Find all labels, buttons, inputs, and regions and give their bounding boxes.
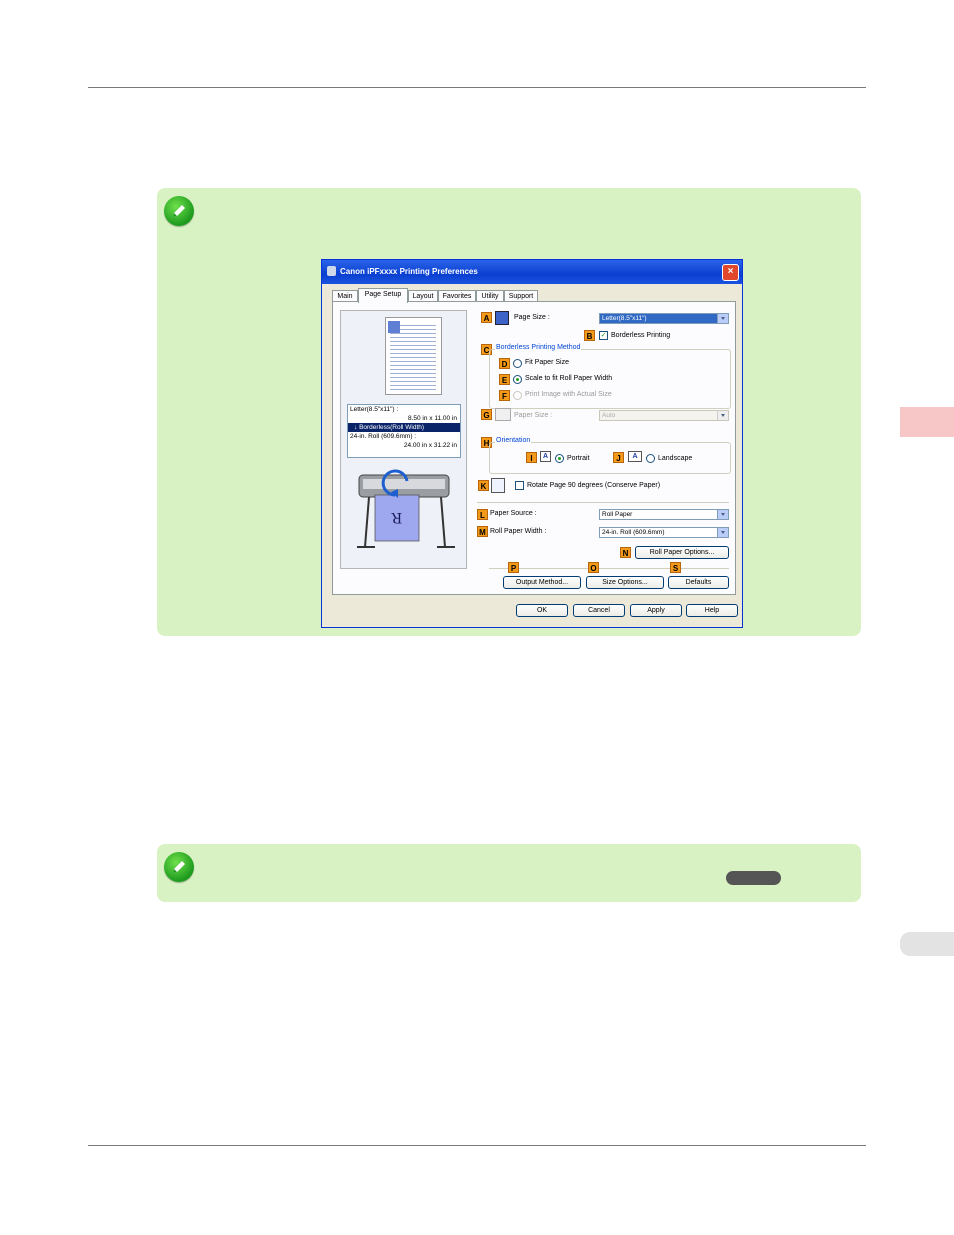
close-button[interactable]: × <box>722 264 739 281</box>
help-button[interactable]: Help <box>686 604 738 617</box>
marker-n: N <box>620 547 631 558</box>
borderless-label: Borderless Printing <box>611 332 671 339</box>
marker-s: S <box>670 562 681 573</box>
printing-preferences-dialog: Canon iPFxxxx Printing Preferences × Mai… <box>321 259 743 628</box>
paper-size-label: Paper Size : <box>514 412 553 419</box>
marker-m: M <box>477 526 488 537</box>
output-method-button[interactable]: Output Method... <box>503 576 581 589</box>
marker-e: E <box>499 374 510 385</box>
page-size-label: Page Size : <box>514 314 550 321</box>
rotate-page-icon <box>491 478 505 493</box>
portrait-label: Portrait <box>567 455 590 462</box>
size-line-5: 24.00 in x 31.22 in <box>403 442 457 449</box>
paper-size-icon <box>495 408 511 421</box>
borderless-method-label: Borderless Printing Method <box>495 344 582 351</box>
portrait-radio[interactable] <box>555 454 564 463</box>
roll-width-label: Roll Paper Width : <box>490 528 547 535</box>
separator-2 <box>489 568 729 569</box>
page-size-select[interactable]: Letter(8.5"x11") <box>599 313 729 324</box>
marker-l: L <box>477 509 488 520</box>
size-info-box: Letter(8.5"x11") : 8.50 in x 11.00 in ↓ … <box>347 404 461 458</box>
svg-text:R: R <box>391 509 402 525</box>
size-line-4: 24-in. Roll (609.6mm) : <box>350 433 417 440</box>
reference-link-button[interactable] <box>726 871 781 885</box>
chapter-tab <box>900 407 954 437</box>
cancel-button[interactable]: Cancel <box>573 604 625 617</box>
marker-o: O <box>588 562 599 573</box>
size-line-3: Borderless(Roll Width) <box>359 424 425 431</box>
actual-size-radio[interactable] <box>513 391 522 400</box>
rotate-page-label: Rotate Page 90 degrees (Conserve Paper) <box>527 482 661 489</box>
size-line-2: 8.50 in x 11.00 in <box>407 415 457 422</box>
portrait-icon: A <box>540 451 551 462</box>
arrow-down-icon: ↓ <box>354 424 358 431</box>
marker-d: D <box>499 358 510 369</box>
ok-button[interactable]: OK <box>516 604 568 617</box>
rotate-page-checkbox[interactable] <box>515 481 524 490</box>
landscape-label: Landscape <box>658 455 693 462</box>
index-tab <box>900 932 954 956</box>
size-options-button[interactable]: Size Options... <box>586 576 664 589</box>
page-size-icon <box>495 311 509 325</box>
roll-width-select[interactable]: 24-in. Roll (609.6mm) <box>599 527 729 538</box>
paper-preview <box>385 317 442 395</box>
tab-page-setup[interactable]: Page Setup <box>358 288 408 303</box>
borderless-checkbox[interactable]: ✓ <box>599 331 608 340</box>
paper-source-label: Paper Source : <box>490 510 537 517</box>
page-setup-panel: Letter(8.5"x11") : 8.50 in x 11.00 in ↓ … <box>332 301 736 595</box>
top-rule <box>88 87 866 88</box>
paper-source-select[interactable]: Roll Paper <box>599 509 729 520</box>
scale-to-fit-radio[interactable] <box>513 375 522 384</box>
image-thumbnail-icon <box>388 321 400 333</box>
printer-illustration: R <box>357 469 455 548</box>
marker-f: F <box>499 390 510 401</box>
size-line-1: Letter(8.5"x11") : <box>350 406 399 413</box>
landscape-radio[interactable] <box>646 454 655 463</box>
actual-size-label: Print Image with Actual Size <box>525 391 612 398</box>
scale-to-fit-label: Scale to fit Roll Paper Width <box>525 375 613 382</box>
roll-paper-options-button[interactable]: Roll Paper Options... <box>635 546 729 559</box>
apply-button[interactable]: Apply <box>630 604 682 617</box>
marker-a: A <box>481 312 492 323</box>
note-box-2 <box>157 844 861 902</box>
marker-k: K <box>478 480 489 491</box>
fit-paper-size-radio[interactable] <box>513 359 522 368</box>
marker-i: I <box>526 452 537 463</box>
bottom-rule <box>88 1145 866 1146</box>
dialog-title: Canon iPFxxxx Printing Preferences <box>340 267 478 276</box>
marker-p: P <box>508 562 519 573</box>
printer-icon <box>327 266 336 276</box>
note-pencil-icon <box>164 196 194 226</box>
preview-pane: Letter(8.5"x11") : 8.50 in x 11.00 in ↓ … <box>340 310 467 569</box>
defaults-button[interactable]: Defaults <box>668 576 729 589</box>
fit-paper-size-label: Fit Paper Size <box>525 359 569 366</box>
orientation-label: Orientation <box>495 437 532 444</box>
marker-g: G <box>481 409 492 420</box>
separator-1 <box>477 502 729 503</box>
landscape-icon: A <box>628 451 642 462</box>
paper-size-select[interactable]: Auto <box>599 410 729 421</box>
note-pencil-icon <box>164 852 194 882</box>
dialog-titlebar: Canon iPFxxxx Printing Preferences × <box>322 260 742 284</box>
marker-b: B <box>584 330 595 341</box>
marker-j: J <box>613 452 624 463</box>
